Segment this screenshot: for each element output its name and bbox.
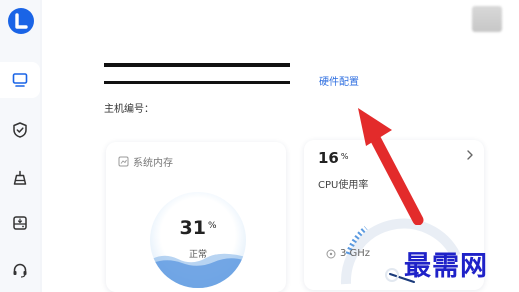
avatar[interactable] <box>472 6 502 32</box>
memory-value-number: 31 <box>179 217 206 239</box>
chevron-right-icon[interactable] <box>466 149 474 161</box>
annotation-arrow <box>358 108 424 225</box>
memory-card[interactable]: 系统内存 31% 正常 <box>106 142 286 292</box>
sidebar-item-cleanup[interactable] <box>0 160 40 196</box>
cpu-frequency: 3 GHz <box>326 248 370 259</box>
host-id-label: 主机编号： <box>104 104 154 115</box>
cpu-frequency-text: 3 GHz <box>340 248 371 259</box>
redaction-bar <box>104 63 290 67</box>
memory-gauge: 31% 正常 <box>150 192 246 288</box>
cpu-value-number: 16 <box>318 149 339 167</box>
sidebar <box>0 0 40 292</box>
sidebar-item-monitor[interactable] <box>0 62 40 98</box>
sidebar-item-support[interactable] <box>0 252 40 288</box>
cpu-usage-value: 16% <box>318 149 348 167</box>
redaction-bar <box>104 81 290 84</box>
sidebar-item-security[interactable] <box>0 112 40 148</box>
shield-check-icon <box>13 122 27 138</box>
memory-value-unit: % <box>207 221 217 231</box>
clock-icon <box>326 249 336 258</box>
broom-icon <box>13 170 27 185</box>
app-window: 硬件配置 主机编号： 系统内存 31% 正常 16% CPU使用率 3 GHz … <box>0 0 519 292</box>
sidebar-item-disk[interactable] <box>0 205 40 241</box>
memory-usage-value: 31% <box>150 217 246 239</box>
headset-icon <box>13 263 27 278</box>
memory-card-title: 系统内存 <box>133 158 173 169</box>
memory-icon <box>118 156 129 167</box>
hardware-config-link[interactable]: 硬件配置 <box>319 73 359 88</box>
memory-status: 正常 <box>188 250 207 260</box>
disk-icon <box>13 216 27 230</box>
app-logo <box>8 8 34 34</box>
watermark: 最需网 <box>404 251 488 282</box>
monitor-icon <box>12 73 28 87</box>
